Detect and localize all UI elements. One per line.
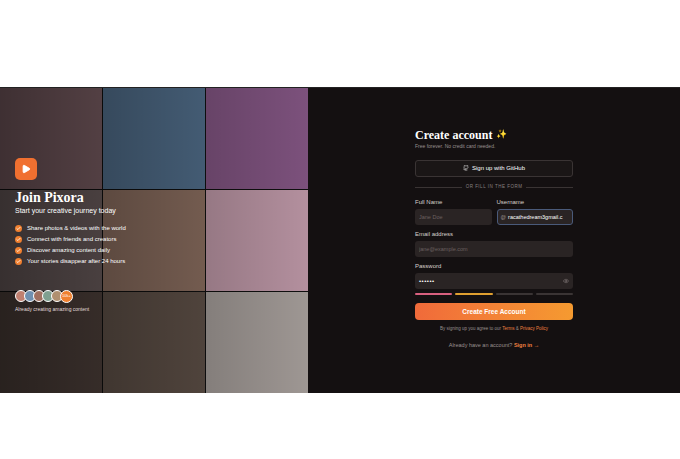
full-name-field: Full Name: [415, 199, 492, 225]
name-row: Full Name Username @racathedream3gmail.c: [415, 199, 573, 225]
strength-segment: [536, 293, 573, 295]
strength-segment: [455, 293, 492, 295]
signup-form: Create account✨Free forever. No credit c…: [415, 128, 573, 393]
feature-item: Share photos & videos with the world: [15, 225, 293, 232]
full-name-input[interactable]: [415, 209, 492, 225]
feature-item: Discover amazing content daily: [15, 247, 293, 254]
page: Join Pixora Start your creative journey t…: [0, 0, 680, 459]
strength-segment: [415, 293, 452, 295]
social-caption: Already creating amazing content: [15, 306, 293, 314]
divider: OR FILL IN THE FORM: [415, 184, 573, 191]
logo-icon: [15, 158, 37, 180]
strength-segment: [496, 293, 533, 295]
avatar-row: 10k+: [15, 290, 293, 303]
privacy-link[interactable]: Privacy Policy: [520, 326, 548, 331]
feature-item: Your stories disappear after 24 hours: [15, 258, 293, 265]
bottom-margin: [0, 393, 680, 459]
top-margin: [0, 0, 680, 87]
photo-panel: Join Pixora Start your creative journey t…: [0, 88, 308, 393]
signin-text: Already have an account? Sign in →: [415, 341, 573, 349]
feature-item: Connect with friends and creators: [15, 236, 293, 243]
github-button[interactable]: Sign up with GitHub: [415, 160, 573, 177]
signup-screen: Join Pixora Start your creative journey t…: [0, 87, 680, 393]
avatar-count: 10k+: [60, 290, 73, 303]
hero-overlay: Join Pixora Start your creative journey t…: [0, 88, 308, 393]
password-field-label: Password: [415, 263, 573, 270]
username-input[interactable]: @racathedream3gmail.c: [497, 209, 574, 225]
feature-list: Share photos & videos with the world Conn…: [15, 225, 293, 266]
create-account-button[interactable]: Create Free Account: [415, 303, 573, 320]
signin-link[interactable]: Sign in →: [514, 342, 539, 348]
hero-subtitle: Start your creative journey today: [15, 207, 293, 215]
terms-link[interactable]: Terms: [502, 326, 514, 331]
form-title: Create account✨: [415, 128, 573, 142]
check-icon: [15, 247, 22, 254]
github-icon: [463, 165, 469, 171]
full-name-field-label: Full Name: [415, 199, 492, 206]
username-field-label: Username: [497, 199, 574, 206]
sparkle-icon: ✨: [496, 128, 507, 142]
password-field: Password ••••••: [415, 263, 573, 295]
eye-icon[interactable]: [563, 278, 569, 284]
email-input[interactable]: [415, 241, 573, 257]
terms-text: By signing up you agree to our Terms & P…: [415, 326, 573, 333]
hero-title: Join Pixora: [15, 190, 293, 205]
check-icon: [15, 236, 22, 243]
check-icon: [15, 258, 22, 265]
email-field-label: Email address: [415, 231, 573, 238]
email-field: Email address: [415, 231, 573, 257]
username-field: Username @racathedream3gmail.c: [497, 199, 574, 225]
strength-meter: [415, 293, 573, 295]
form-subtitle: Free forever. No credit card needed.: [415, 143, 573, 151]
check-icon: [15, 225, 22, 232]
password-input[interactable]: ••••••: [415, 273, 573, 289]
form-panel: Create account✨Free forever. No credit c…: [308, 88, 680, 393]
